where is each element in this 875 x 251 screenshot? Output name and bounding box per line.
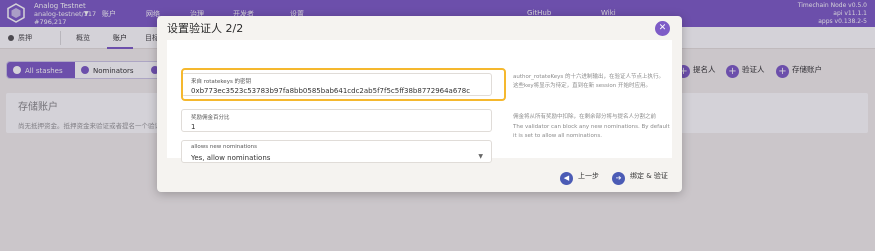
allow-nominations-value[interactable]: Yes, allow nominations [191,154,270,162]
modal-title: 设置验证人 2/2 [167,22,244,35]
rotate-keys-help: author_rotateKeys 的十六进制输出，在验证人节点上执行。这些ke… [513,74,665,89]
allow-nominations-select[interactable]: allows new nominations Yes, allow nomina… [181,140,492,163]
chevron-down-icon: ▼ [478,153,483,160]
back-label: 上一步 [578,172,599,180]
modal-content: 来自 rotatekeys 的密钥 0xb773ec3523c53783b97f… [167,40,672,163]
back-button[interactable]: ◀ 上一步 [560,168,599,185]
field-label: allows new nominations [191,144,258,150]
sign-in-icon: ➔ [612,172,625,185]
commission-input[interactable]: 1 [191,123,195,131]
field-label: 奖励佣金百分比 [191,115,230,121]
allow-nominations-help: The validator can block any new nominati… [513,124,670,139]
submit-label: 绑定 & 验证 [630,172,668,180]
arrow-left-icon: ◀ [560,172,573,185]
highlight-box [181,68,506,101]
commission-help: 佣金将从所有奖励中扣除，在剩余部分将与提名人分割之前 [513,114,657,120]
set-validator-modal: 设置验证人 2/2 ✕ 来自 rotatekeys 的密钥 0xb773ec35… [157,16,682,192]
bond-validate-button[interactable]: ➔ 绑定 & 验证 [612,168,668,185]
commission-field[interactable]: 奖励佣金百分比 1 [181,109,492,132]
close-icon[interactable]: ✕ [655,21,670,36]
